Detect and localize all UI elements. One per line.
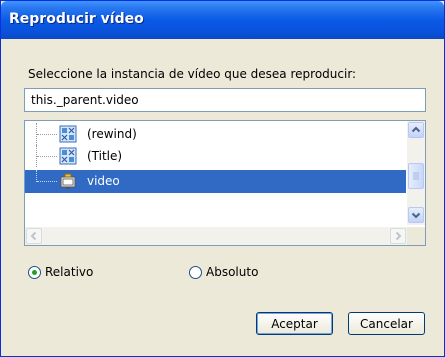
scroll-thumb[interactable] bbox=[408, 163, 424, 189]
radio-relative[interactable]: Relativo bbox=[28, 264, 93, 280]
radio-relative-label: Relativo bbox=[45, 265, 94, 279]
scrollbar-corner bbox=[407, 227, 425, 245]
tree-connector bbox=[37, 134, 57, 135]
movieclip-icon bbox=[59, 147, 77, 165]
radio-selected-indicator bbox=[28, 265, 41, 279]
tree-item-video[interactable]: video bbox=[25, 170, 406, 193]
horizontal-scrollbar[interactable] bbox=[25, 227, 407, 245]
instance-tree[interactable]: (rewind) (Title) video bbox=[24, 120, 426, 246]
dialog-window: Reproducir vídeo Seleccione la instancia… bbox=[0, 0, 445, 357]
radio-absolute-label: Absoluto bbox=[206, 265, 259, 279]
grip-icon bbox=[413, 172, 419, 180]
scroll-left-button[interactable] bbox=[26, 228, 42, 244]
radio-dot bbox=[32, 269, 37, 275]
ok-button[interactable]: Aceptar bbox=[256, 312, 333, 335]
instruction-label: Seleccione la instancia de vídeo que des… bbox=[28, 67, 357, 81]
scroll-up-button[interactable] bbox=[408, 122, 424, 138]
radio-absolute[interactable]: Absoluto bbox=[189, 264, 258, 280]
target-path-input[interactable] bbox=[24, 88, 426, 112]
scroll-down-button[interactable] bbox=[408, 207, 424, 223]
cancel-button[interactable]: Cancelar bbox=[348, 312, 425, 335]
tree-item-title[interactable]: (Title) bbox=[25, 145, 406, 167]
title-bar[interactable]: Reproducir vídeo bbox=[1, 1, 444, 39]
video-instance-icon bbox=[60, 173, 76, 189]
scroll-right-button[interactable] bbox=[390, 228, 406, 244]
chevron-up-icon bbox=[411, 126, 421, 133]
chevron-right-icon bbox=[395, 231, 402, 241]
tree-connector bbox=[37, 156, 57, 157]
tree-item-label: (rewind) bbox=[87, 127, 137, 141]
vertical-scrollbar[interactable] bbox=[407, 121, 425, 225]
window-title: Reproducir vídeo bbox=[9, 11, 144, 27]
chevron-left-icon bbox=[30, 231, 37, 241]
tree-item-label: (Title) bbox=[87, 149, 123, 163]
tree-item-label: video bbox=[87, 174, 120, 188]
movieclip-icon bbox=[59, 125, 77, 143]
radio-unselected-indicator bbox=[189, 265, 202, 279]
tree-connector bbox=[37, 181, 57, 182]
chevron-down-icon bbox=[411, 212, 421, 219]
tree-item-rewind[interactable]: (rewind) bbox=[25, 123, 406, 145]
